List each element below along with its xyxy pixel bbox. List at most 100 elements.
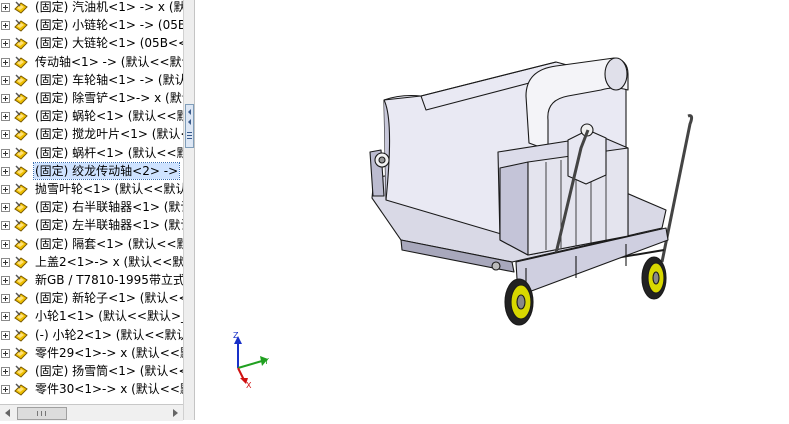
tree-item-label: 传动轴<1> -> (默认<<默认 [35, 54, 184, 69]
component-part-icon [13, 145, 29, 161]
expand-toggle-icon[interactable] [1, 94, 10, 103]
tree-horizontal-scrollbar[interactable] [0, 404, 183, 421]
expand-toggle-icon[interactable] [1, 39, 10, 49]
reference-triad: Z Y X [233, 331, 269, 390]
component-part-icon [13, 290, 29, 306]
component-part-icon [13, 108, 29, 124]
tree-item[interactable]: (固定) 车轮轴<1> -> (默认 [0, 71, 183, 89]
component-part-icon [13, 54, 29, 70]
panel-splitter[interactable] [183, 0, 195, 420]
component-part-icon [13, 217, 29, 233]
component-part-icon [13, 327, 29, 343]
splitter-grip-icon [187, 109, 192, 139]
tree-item-label: (固定) 搅龙叶片<1> (默认<< [35, 127, 184, 142]
tree-item[interactable]: (固定) 左半联轴器<1> (默认 [0, 216, 183, 234]
tree-item-label: (固定) 左半联轴器<1> (默认 [35, 218, 184, 233]
expand-toggle-icon[interactable] [1, 57, 10, 67]
tree-item[interactable]: (-) 小轮2<1> (默认<<默认 [0, 326, 183, 344]
tree-item[interactable]: 上盖2<1>-> x (默认<<默认 [0, 253, 183, 271]
component-part-icon [13, 308, 29, 324]
expand-toggle-icon[interactable] [1, 257, 10, 267]
scroll-left-arrow-icon[interactable] [5, 409, 10, 417]
expand-toggle-icon[interactable] [1, 130, 10, 140]
expand-toggle-icon[interactable] [1, 166, 10, 176]
scrollbar-thumb[interactable] [17, 407, 67, 420]
tree-item[interactable]: (固定) 右半联轴器<1> (默认 [0, 198, 183, 216]
component-part-icon [13, 35, 29, 51]
tree-item-label: 上盖2<1>-> x (默认<<默认 [35, 254, 184, 269]
tree-item[interactable]: (固定) 大链轮<1> (05B<< [0, 34, 183, 52]
expand-toggle-icon[interactable] [1, 221, 10, 231]
tree-item[interactable]: (固定) 绞龙传动轴<2> -> [0, 161, 183, 180]
tree-item[interactable]: (固定) 汽油机<1> -> x (默认 [0, 0, 183, 16]
expand-toggle-icon[interactable] [1, 21, 10, 31]
expand-toggle-icon[interactable] [1, 312, 10, 322]
tree-item[interactable]: 传动轴<1> -> (默认<<默认 [0, 53, 183, 71]
triad-z-label: Z [233, 331, 239, 340]
tree-item-label: (固定) 蜗轮<1> (默认<<默认 [35, 109, 184, 124]
feature-manager-tree[interactable]: (固定) 汽油机<1> -> x (默认 (固定) 小链轮<1> -> (05B (… [0, 0, 184, 404]
expand-toggle-icon[interactable] [1, 348, 10, 358]
expand-toggle-icon[interactable] [1, 185, 10, 194]
expand-toggle-icon[interactable] [1, 385, 10, 395]
tree-item-label: (固定) 右半联轴器<1> (默认 [35, 200, 184, 215]
tree-item[interactable]: (固定) 隔套<1> (默认<<默 [0, 235, 183, 253]
tree-item-label: (固定) 隔套<1> (默认<<默 [35, 236, 184, 251]
tree-item-label: 零件29<1>-> x (默认<<默 [35, 345, 184, 360]
component-part-icon [13, 345, 29, 361]
tree-item[interactable]: (固定) 新轮子<1> (默认<< [0, 289, 183, 307]
component-part-icon [13, 272, 29, 288]
tree-item-label: (固定) 新轮子<1> (默认<< [35, 291, 184, 306]
tree-item[interactable]: (固定) 除雪铲<1>-> x (默认 [0, 89, 183, 107]
tree-item-label: 零件30<1>-> x (默认<<默 [35, 382, 184, 397]
component-part-icon [13, 90, 29, 106]
component-part-icon [13, 0, 29, 15]
triad-y-label: Y [263, 357, 269, 366]
tree-item-label: 小轮1<1> (默认<<默认>_ [35, 309, 184, 324]
expand-toggle-icon[interactable] [1, 239, 10, 249]
component-part-icon [13, 181, 29, 197]
tree-item[interactable]: 新GB / T7810-1995带立式 [0, 271, 183, 289]
tree-item-label: (固定) 车轮轴<1> -> (默认 [35, 72, 184, 87]
tree-item[interactable]: (固定) 扬雪筒<1> (默认<< [0, 362, 183, 380]
component-part-icon [13, 163, 29, 179]
component-part-icon [13, 126, 29, 142]
expand-toggle-icon[interactable] [1, 330, 10, 340]
expand-toggle-icon[interactable] [1, 294, 10, 304]
tree-item[interactable]: 零件29<1>-> x (默认<<默 [0, 344, 183, 362]
tree-item[interactable]: (固定) 蜗轮<1> (默认<<默认 [0, 107, 183, 125]
tree-item-label: 抛雪叶轮<1> (默认<<默认> [35, 182, 184, 196]
tree-item-label: (固定) 汽油机<1> -> x (默认 [35, 0, 184, 14]
expand-toggle-icon[interactable] [1, 148, 10, 158]
tree-item-label: (固定) 小链轮<1> -> (05B [35, 18, 184, 33]
expand-toggle-icon[interactable] [1, 203, 10, 213]
tree-item-label: (固定) 蜗杆<1> (默认<<默认 [35, 145, 184, 160]
tree-item-label: (固定) 绞龙传动轴<2> -> [32, 161, 181, 180]
component-part-icon [13, 381, 29, 397]
tree-item-label: 新GB / T7810-1995带立式 [35, 273, 184, 287]
tree-item[interactable]: 抛雪叶轮<1> (默认<<默认> [0, 180, 183, 198]
expand-toggle-icon[interactable] [1, 3, 10, 12]
component-part-icon [13, 254, 29, 270]
component-part-icon [13, 199, 29, 215]
tree-item-label: (固定) 扬雪筒<1> (默认<< [35, 364, 184, 378]
expand-toggle-icon[interactable] [1, 276, 10, 285]
component-part-icon [13, 236, 29, 252]
tree-item[interactable]: (固定) 小链轮<1> -> (05B [0, 16, 183, 34]
scroll-right-arrow-icon[interactable] [173, 409, 178, 417]
graphics-viewport[interactable]: Z Y X [196, 0, 789, 420]
tree-item[interactable]: (固定) 搅龙叶片<1> (默认<< [0, 125, 183, 143]
tree-item[interactable]: 零件30<1>-> x (默认<<默 [0, 380, 183, 398]
expand-toggle-icon[interactable] [1, 112, 10, 122]
triad-x-label: X [246, 381, 252, 390]
tree-item-label: (-) 小轮2<1> (默认<<默认 [35, 327, 184, 342]
expand-toggle-icon[interactable] [1, 367, 10, 376]
expand-toggle-icon[interactable] [1, 75, 10, 85]
tree-item-label: (固定) 大链轮<1> (05B<< [35, 36, 184, 51]
tree-item[interactable]: 小轮1<1> (默认<<默认>_ [0, 307, 183, 325]
tree-item-label: (固定) 除雪铲<1>-> x (默认 [35, 91, 184, 105]
splitter-handle[interactable] [185, 104, 194, 148]
tree-item[interactable]: (固定) 蜗杆<1> (默认<<默认 [0, 144, 183, 162]
snow-blower-assembly-model[interactable]: Z Y X [196, 0, 789, 420]
component-part-icon [13, 363, 29, 379]
